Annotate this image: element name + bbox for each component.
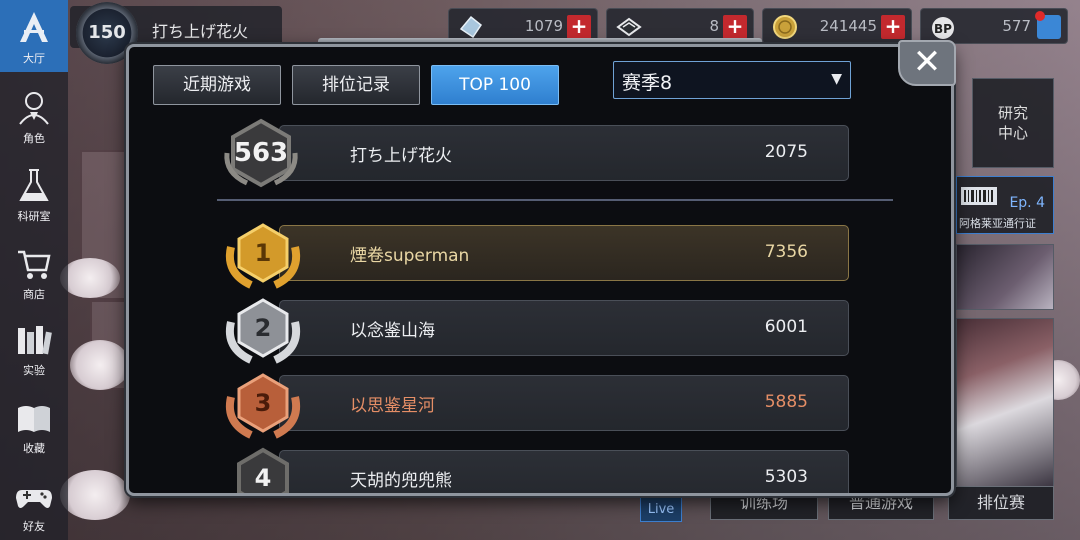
rank-number: 4 <box>254 464 272 492</box>
rank-medal-bronze: 3 <box>219 367 307 439</box>
sidebar-item-label: 好友 <box>23 520 45 533</box>
coin-icon <box>773 15 797 39</box>
sidebar-item-label: 科研室 <box>17 210 51 223</box>
pass-label: 阿格莱亚通行证 <box>959 217 1036 230</box>
flask-icon <box>19 169 49 201</box>
leaderboard-modal: 近期游戏 排位记录 TOP 100 赛季8 ▼ 打ち上げ花火 2075 563 … <box>126 44 954 496</box>
player-name: 煙卷superman <box>350 246 470 266</box>
research-center-label: 研究中心 <box>997 104 1028 142</box>
sidebar-item-lab[interactable]: 科研室 <box>0 158 68 230</box>
add-ticket-button[interactable]: + <box>723 15 747 39</box>
sidebar-item-collection[interactable]: 收藏 <box>0 390 68 462</box>
resource-value: 241445 <box>819 17 877 35</box>
rank-medal-gold: 1 <box>219 217 307 289</box>
rank-number: 2 <box>254 314 272 342</box>
sidebar-item-label: 实验 <box>23 364 45 377</box>
player-score: 5885 <box>764 392 808 412</box>
ticket-icon <box>616 17 642 37</box>
sidebar-item-label: 大厅 <box>23 52 45 65</box>
tab-ranked-records[interactable]: 排位记录 <box>292 65 420 105</box>
my-rank-row: 打ち上げ花火 2075 <box>279 125 849 181</box>
rank-medal-silver: 2 <box>219 292 307 364</box>
crystal-icon <box>459 15 483 39</box>
svg-text:BP: BP <box>934 22 952 36</box>
close-button[interactable]: ✕ <box>898 40 956 86</box>
cart-icon <box>18 250 51 279</box>
background-flowers <box>60 470 130 520</box>
player-name: 打ち上げ花火 <box>152 22 249 41</box>
sidebar-item-experiment[interactable]: 实验 <box>0 312 68 384</box>
sidebar-item-label: 商店 <box>23 288 45 301</box>
barcode-icon <box>961 187 997 205</box>
chevron-down-icon: ▼ <box>831 71 842 87</box>
rank-number: 3 <box>254 389 272 417</box>
rank-medal: 563 <box>217 117 305 189</box>
player-name: 以念鉴山海 <box>350 321 435 341</box>
add-crystal-button[interactable]: + <box>567 15 591 39</box>
left-sidebar: 大厅 角色 科研室 商店 实验 收藏 好友 <box>0 0 68 540</box>
add-coin-button[interactable]: + <box>881 15 905 39</box>
season-dropdown[interactable]: 赛季8 ▼ <box>613 61 851 99</box>
resource-value: 8 <box>709 17 719 35</box>
live-button[interactable]: Live <box>640 496 682 522</box>
leaderboard-row[interactable]: 以念鉴山海 6001 <box>279 300 849 356</box>
notification-dot <box>1035 11 1045 21</box>
rank-medal: 4 <box>219 442 307 493</box>
leaderboard-row[interactable]: 天胡的兜兜熊 5303 <box>279 450 849 493</box>
resource-value: 577 <box>1002 17 1031 35</box>
season-selected-value: 赛季8 <box>622 72 673 94</box>
background-flowers <box>60 258 120 298</box>
resource-coin: 241445 + <box>762 8 912 44</box>
pass-episode: Ep. 4 <box>1009 195 1045 211</box>
resource-value: 1079 <box>524 17 563 35</box>
character-icon <box>19 92 49 125</box>
player-score: 5303 <box>764 467 808 487</box>
my-rank-number: 563 <box>233 138 289 168</box>
background-flowers <box>70 340 130 390</box>
research-center-button[interactable]: 研究中心 <box>972 78 1054 168</box>
sidebar-item-label: 角色 <box>23 132 45 145</box>
leaderboard-row[interactable]: 以思鉴星河 5885 <box>279 375 849 431</box>
bp-icon: BP <box>932 17 954 39</box>
resource-bp: BP 577 <box>920 8 1068 44</box>
books-icon <box>18 326 52 355</box>
character-portrait[interactable] <box>956 244 1054 310</box>
ranked-game-button[interactable]: 排位赛 <box>948 486 1054 520</box>
battle-pass-button[interactable]: Ep. 4 阿格莱亚通行证 <box>956 176 1054 234</box>
sidebar-item-label: 收藏 <box>23 442 45 455</box>
rank-number: 1 <box>254 239 272 267</box>
sidebar-item-character[interactable]: 角色 <box>0 80 68 152</box>
player-name: 打ち上げ花火 <box>350 146 452 166</box>
tab-top-100[interactable]: TOP 100 <box>431 65 559 105</box>
player-score: 6001 <box>764 317 808 337</box>
sidebar-item-friends[interactable]: 好友 <box>0 468 68 540</box>
open-book-icon <box>18 406 50 432</box>
player-score: 2075 <box>764 142 808 162</box>
divider <box>217 199 893 201</box>
player-score: 7356 <box>764 242 808 262</box>
lobby-icon <box>20 12 48 42</box>
sidebar-item-shop[interactable]: 商店 <box>0 236 68 308</box>
leaderboard-row[interactable]: 煙卷superman 7356 <box>279 225 849 281</box>
gamepad-icon <box>16 490 52 508</box>
player-name: 天胡的兜兜熊 <box>350 471 452 491</box>
character-portrait[interactable] <box>956 318 1054 488</box>
sidebar-item-lobby[interactable]: 大厅 <box>0 0 68 72</box>
player-name: 以思鉴星河 <box>350 396 435 416</box>
tab-recent-games[interactable]: 近期游戏 <box>153 65 281 105</box>
